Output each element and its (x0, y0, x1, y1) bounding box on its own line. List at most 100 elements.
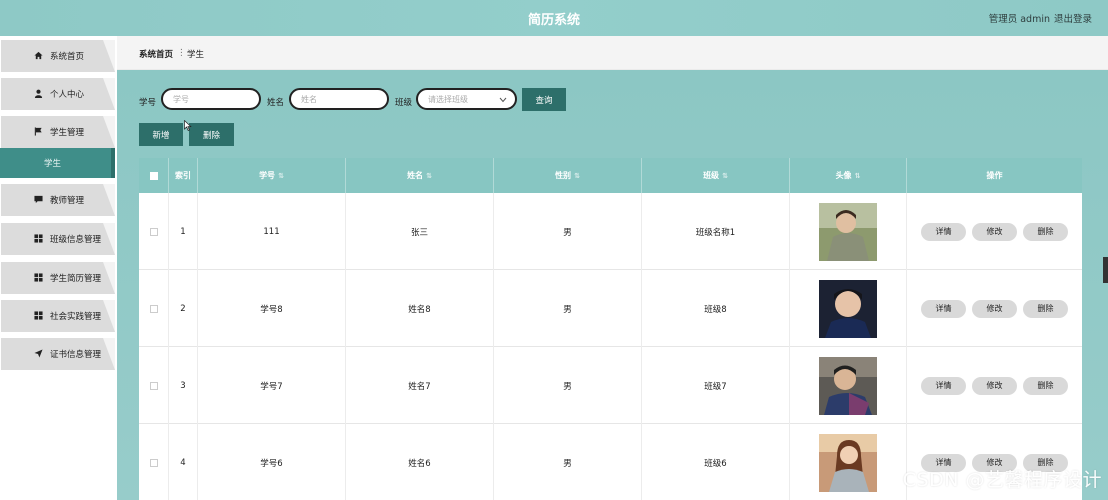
watermark: CSDN @艺馨程序设计 (902, 469, 1102, 491)
avatar-image[interactable] (819, 202, 877, 261)
user-icon (34, 89, 43, 98)
col-xingming[interactable]: 姓名 ⇅ (346, 158, 494, 193)
sort-icon: ⇅ (854, 171, 861, 180)
sidebar-item-label: 证书信息管理 (50, 350, 102, 360)
col-banji[interactable]: 班级 ⇅ (642, 158, 790, 193)
sidebar-item-students[interactable]: 学生管理 (1, 116, 115, 148)
edit-button[interactable]: 修改 (972, 299, 1017, 318)
row-select-cell[interactable] (139, 347, 169, 424)
cell-avatar (790, 424, 907, 500)
delete-button[interactable]: 删除 (1023, 222, 1068, 241)
cell-actions: 详情 修改 删除 (907, 270, 1082, 347)
edit-button[interactable]: 修改 (972, 222, 1017, 241)
app-title: 简历系统 (527, 13, 580, 28)
admin-label: 管理员 admin (988, 14, 1050, 25)
row-select-cell[interactable] (139, 270, 169, 347)
col-xingbie-label: 性别 (555, 171, 572, 180)
sidebar-item-home[interactable]: 系统首页 (1, 40, 115, 72)
cell-xingbie: 男 (494, 193, 642, 270)
xingming-input[interactable]: 姓名 (289, 88, 389, 110)
sidebar-subitem-label: 学生 (44, 159, 62, 169)
cell-avatar (790, 270, 907, 347)
cell-xingming: 姓名8 (346, 270, 494, 347)
breadcrumb-separator: ⋮ (177, 48, 186, 58)
avatar-image[interactable] (819, 356, 877, 415)
row-checkbox[interactable] (149, 304, 158, 313)
row-checkbox[interactable] (149, 458, 158, 467)
sidebar-item-classes[interactable]: 班级信息管理 (1, 223, 115, 255)
sort-icon: ⇅ (574, 171, 580, 180)
detail-button[interactable]: 详情 (921, 376, 966, 395)
data-table: 索引 学号 ⇅ 姓名 ⇅ 性别 ⇅ 班级 ⇅ 头像 ⇅ 操作 1 111 张三 男 班级名… (139, 158, 1082, 500)
home-icon (34, 51, 43, 60)
logout-link[interactable]: 退出登录 (1054, 11, 1092, 25)
sidebar-subitem-student[interactable]: 学生 (0, 148, 115, 178)
edit-button[interactable]: 修改 (972, 376, 1017, 395)
cell-banji: 班级名称1 (642, 193, 790, 270)
cell-banji: 班级7 (642, 347, 790, 424)
row-select-cell[interactable] (139, 424, 169, 500)
sidebar-item-label: 教师管理 (50, 196, 85, 206)
add-button[interactable]: 新增 (139, 123, 183, 146)
sort-icon: ⇅ (426, 171, 432, 180)
sort-icon: ⇅ (722, 171, 728, 180)
col-avatar[interactable]: 头像 ⇅ (790, 158, 907, 193)
breadcrumb-home[interactable]: 系统首页 (139, 48, 173, 60)
avatar-image[interactable] (819, 433, 877, 492)
sidebar-item-label: 个人中心 (50, 90, 85, 100)
page-scrollbar[interactable] (1103, 257, 1108, 283)
select-all-cell[interactable] (139, 158, 169, 193)
cell-xuehao: 学号6 (198, 424, 346, 500)
col-banji-label: 班级 (703, 171, 720, 180)
cell-actions: 详情 修改 删除 (907, 347, 1082, 424)
table-row: 1 111 张三 男 班级名称1 详情 修改 删除 (139, 193, 1082, 270)
col-xingbie[interactable]: 性别 ⇅ (494, 158, 642, 193)
cell-xuehao: 学号8 (198, 270, 346, 347)
xuehao-label: 学号 (139, 98, 157, 108)
xuehao-input[interactable]: 学号 (161, 88, 261, 110)
table-header: 索引 学号 ⇅ 姓名 ⇅ 性别 ⇅ 班级 ⇅ 头像 ⇅ 操作 (139, 158, 1082, 193)
cell-banji: 班级6 (642, 424, 790, 500)
avatar-image[interactable] (819, 279, 877, 338)
banji-select[interactable]: 请选择班级 (416, 88, 517, 110)
sidebar-item-teachers[interactable]: 教师管理 (1, 184, 115, 216)
cell-xingming: 张三 (346, 193, 494, 270)
grid-icon (34, 234, 43, 243)
batch-delete-button[interactable]: 删除 (189, 123, 234, 146)
select-all-checkbox[interactable] (149, 171, 158, 180)
sidebar-item-practice[interactable]: 社会实践管理 (1, 300, 115, 332)
sidebar-item-resumes[interactable]: 学生简历管理 (1, 262, 115, 294)
banji-placeholder: 请选择班级 (428, 94, 468, 104)
detail-button[interactable]: 详情 (921, 222, 966, 241)
main-content: 学号 学号 姓名 姓名 班级 请选择班级 查询 新增 删除 索引 学号 ⇅ 姓名 ⇅… (117, 70, 1108, 500)
cell-xingming: 姓名6 (346, 424, 494, 500)
row-checkbox[interactable] (149, 227, 158, 236)
col-xingming-label: 姓名 (407, 171, 424, 180)
delete-button[interactable]: 删除 (1023, 376, 1068, 395)
cell-avatar (790, 347, 907, 424)
col-xuehao[interactable]: 学号 ⇅ (198, 158, 346, 193)
query-button[interactable]: 查询 (522, 88, 566, 111)
col-avatar-label: 头像 (835, 171, 852, 180)
sidebar-item-profile[interactable]: 个人中心 (1, 78, 115, 110)
sidebar-item-certificates[interactable]: 证书信息管理 (1, 338, 115, 370)
flag-icon (34, 127, 42, 136)
mouse-cursor-icon (184, 120, 192, 131)
chevron-down-icon (499, 97, 507, 103)
row-checkbox[interactable] (149, 381, 158, 390)
col-actions-label: 操作 (986, 171, 1003, 180)
cell-index: 1 (169, 193, 198, 270)
col-index-label: 索引 (175, 171, 191, 180)
sidebar: 系统首页 个人中心 学生管理 学生 教师管理 班级信息管理 学生简历管理 社会实… (0, 36, 117, 500)
cell-xingbie: 男 (494, 270, 642, 347)
xingming-placeholder: 姓名 (301, 94, 317, 104)
col-index: 索引 (169, 158, 198, 193)
detail-button[interactable]: 详情 (921, 299, 966, 318)
cell-index: 4 (169, 424, 198, 500)
send-icon (34, 349, 43, 358)
xingming-label: 姓名 (267, 98, 285, 108)
row-select-cell[interactable] (139, 193, 169, 270)
cell-actions: 详情 修改 删除 (907, 193, 1082, 270)
sidebar-item-label: 社会实践管理 (50, 312, 102, 322)
delete-button[interactable]: 删除 (1023, 299, 1068, 318)
